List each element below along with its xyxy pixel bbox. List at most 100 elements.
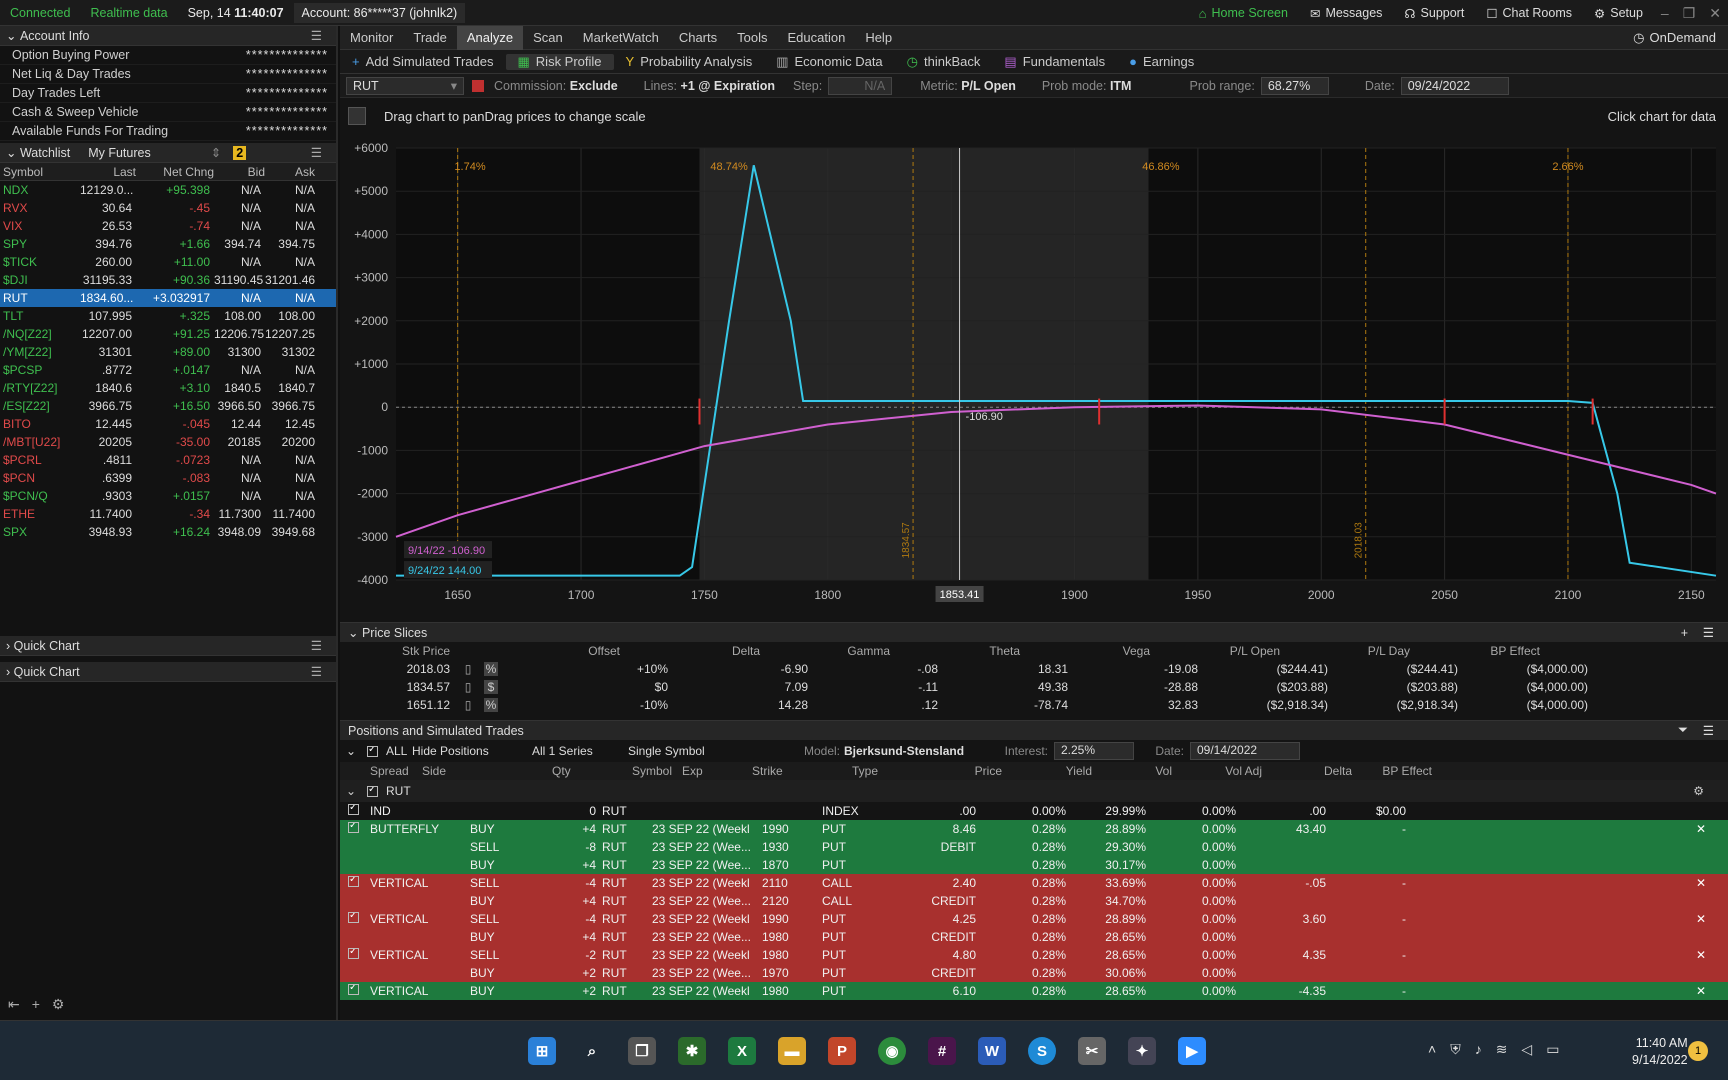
position-cell-side[interactable]: BUY <box>470 894 550 908</box>
position-cell-price[interactable]: CREDIT <box>892 930 982 944</box>
chrome-icon[interactable]: ◉ <box>878 1037 906 1065</box>
date-input[interactable]: 09/24/2022 <box>1400 76 1509 95</box>
watchlist-row[interactable]: $PCSP .8772 +.0147 N/A N/A <box>0 361 336 379</box>
notification-badge[interactable]: 1 <box>1688 1041 1708 1061</box>
row-checkbox[interactable] <box>348 948 359 959</box>
slice-row[interactable]: 1651.12 ▯% -10% 14.28 .12 -78.74 32.83 ($2,918.… <box>340 696 1728 714</box>
account-row[interactable]: Available Funds For Trading *************… <box>0 122 336 141</box>
position-cell-price[interactable]: DEBIT <box>892 840 982 854</box>
watchlist-row[interactable]: /ES[Z22] 3966.75 +16.50 3966.50 3966.75 <box>0 397 336 415</box>
watchlist-row[interactable]: /RTY[Z22] 1840.6 +3.10 1840.5 1840.7 <box>0 379 336 397</box>
position-cell-qty[interactable]: +4 <box>550 858 602 872</box>
collapse-icon[interactable]: ⇤ <box>8 996 20 1013</box>
position-cell-price[interactable]: .00 <box>892 804 982 818</box>
position-row[interactable]: BUY +4 RUT 23 SEP 22 (Wee... 1980 PUT CREDIT 0.… <box>340 928 1728 946</box>
watchlist-row[interactable]: RVX 30.64 -.45 N/A N/A <box>0 199 336 217</box>
add-icon[interactable]: + <box>32 996 40 1013</box>
chart-settings-icon[interactable] <box>348 107 366 125</box>
support-button[interactable]: ☊ Support <box>1393 6 1475 21</box>
account-info-header[interactable]: ⌄ Account Info ☰ <box>0 26 336 46</box>
gear-icon[interactable]: ⚙ <box>52 996 65 1013</box>
position-col-header[interactable]: Delta <box>1262 764 1352 778</box>
interest-input[interactable]: 2.25% <box>1054 742 1134 760</box>
prob-mode-value[interactable]: ITM <box>1110 79 1132 93</box>
position-cell-qty[interactable]: +4 <box>550 894 602 908</box>
row-checkbox[interactable] <box>348 984 359 995</box>
slice-col-header[interactable]: Gamma <box>760 644 890 658</box>
watchlist-row[interactable]: BITO 12.445 -.045 12.44 12.45 <box>0 415 336 433</box>
position-row[interactable]: VERTICALBUY+2RUT 23 SEP 22 (Weekl 1980 PUT 6… <box>340 982 1728 1000</box>
menu-trade[interactable]: Trade <box>403 26 456 50</box>
position-cell-side[interactable]: SELL <box>470 912 550 926</box>
col-last[interactable]: Last <box>80 165 136 179</box>
gear-icon[interactable]: ⚙ <box>1693 784 1704 798</box>
watchlist-row[interactable]: $DJI 31195.33 +90.36 31190.45 31201.46 <box>0 271 336 289</box>
watchlist-row[interactable]: /NQ[Z22] 12207.00 +91.25 12206.75 12207.25 <box>0 325 336 343</box>
position-cell-side[interactable]: SELL <box>470 840 550 854</box>
watchlist-row[interactable]: SPY 394.76 +1.66 394.74 394.75 <box>0 235 336 253</box>
thinkorswim-icon[interactable]: ✱ <box>678 1037 706 1065</box>
task-view-icon[interactable]: ❐ <box>628 1037 656 1065</box>
model-selector[interactable]: Bjerksund-Stensland <box>844 744 984 758</box>
position-cell-qty[interactable]: -4 <box>550 876 602 890</box>
position-row[interactable]: BUY +4 RUT 23 SEP 22 (Wee... 2120 CALL CREDIT 0… <box>340 892 1728 910</box>
watchlist-row[interactable]: RUT 1834.60... +3.032917 N/A N/A <box>0 289 336 307</box>
offset-unit[interactable]: % <box>484 662 498 676</box>
position-cell-qty[interactable]: +2 <box>550 984 602 998</box>
step-input[interactable]: N/A <box>828 76 893 95</box>
position-row[interactable]: SELL -8 RUT 23 SEP 22 (Wee... 1930 PUT DEBIT 0.… <box>340 838 1728 856</box>
slice-col-header[interactable]: Theta <box>890 644 1020 658</box>
symbol-input[interactable]: RUT ▾ <box>346 76 464 95</box>
position-col-header[interactable]: Price <box>912 764 1002 778</box>
lock-icon[interactable]: ▯ <box>458 698 478 712</box>
watchlist-row[interactable]: SPX 3948.93 +16.24 3948.09 3949.68 <box>0 523 336 541</box>
account-selector[interactable]: Account: 86*****37 (johnlk2) <box>293 2 466 23</box>
position-cell-side[interactable]: BUY <box>470 966 550 980</box>
microphone-icon[interactable]: ♪ <box>1475 1041 1482 1058</box>
menu-icon[interactable]: ☰ <box>1703 625 1714 640</box>
position-row[interactable]: VERTICALSELL-2RUT 23 SEP 22 (Weekl 1980 PUT… <box>340 946 1728 964</box>
hide-positions-toggle[interactable]: Hide Positions <box>412 744 532 758</box>
menu-help[interactable]: Help <box>855 26 902 50</box>
position-cell-spread[interactable]: VERTICAL <box>370 876 470 890</box>
menu-icon[interactable]: ☰ <box>311 145 322 160</box>
security-icon[interactable]: ⛨ <box>1450 1041 1461 1058</box>
series-selector[interactable]: All 1 Series <box>532 744 628 758</box>
position-cell-side[interactable]: SELL <box>470 876 550 890</box>
app-icon[interactable]: ✦ <box>1128 1037 1156 1065</box>
position-row[interactable]: BUTTERFLYBUY+4RUT 23 SEP 22 (Weekl 1990 PUT… <box>340 820 1728 838</box>
position-row[interactable]: BUY +2 RUT 23 SEP 22 (Wee... 1970 PUT CREDIT 0.… <box>340 964 1728 982</box>
ondemand-button[interactable]: ◷ OnDemand <box>1633 30 1728 46</box>
slice-cell-offset[interactable]: $0 <box>498 680 668 694</box>
taskbar-clock[interactable]: 11:40 AM 9/14/2022 <box>1632 1035 1688 1069</box>
positions-date-input[interactable]: 09/14/2022 <box>1190 742 1300 760</box>
metric-value[interactable]: P/L Open <box>961 79 1016 93</box>
remove-row-icon[interactable]: ✕ <box>1696 948 1706 962</box>
volume-icon[interactable]: ◁ <box>1521 1041 1532 1058</box>
slice-col-header[interactable]: Vega <box>1020 644 1150 658</box>
slice-col-header[interactable]: Offset <box>450 644 620 658</box>
row-checkbox[interactable] <box>348 804 359 815</box>
position-cell-qty[interactable]: +2 <box>550 966 602 980</box>
position-cell-price[interactable]: 4.25 <box>892 912 982 926</box>
subtab-economic-data[interactable]: ▥ Economic Data <box>764 54 894 70</box>
chat-rooms-button[interactable]: ☐ Chat Rooms <box>1475 6 1583 21</box>
position-cell-price[interactable]: 8.46 <box>892 822 982 836</box>
snipping-tool-icon[interactable]: ✂ <box>1078 1037 1106 1065</box>
quick-chart-header-2[interactable]: › Quick Chart ☰ <box>0 662 336 682</box>
close-icon[interactable]: ✕ <box>1702 5 1728 22</box>
watchlist-row[interactable]: VIX 26.53 -.74 N/A N/A <box>0 217 336 235</box>
position-cell-spread[interactable]: VERTICAL <box>370 948 470 962</box>
group-row-rut[interactable]: ⌄ RUT ⚙ <box>340 780 1728 802</box>
watchlist-row[interactable]: NDX 12129.0... +95.398 N/A N/A <box>0 181 336 199</box>
group-checkbox[interactable] <box>367 785 378 797</box>
windows-start-icon[interactable]: ⊞ <box>528 1037 556 1065</box>
position-cell-spread[interactable]: VERTICAL <box>370 984 470 998</box>
menu-icon[interactable]: ☰ <box>311 664 322 679</box>
prob-range-input[interactable]: 68.27% <box>1260 76 1329 95</box>
watchlist-row[interactable]: $TICK 260.00 +11.00 N/A N/A <box>0 253 336 271</box>
position-col-header[interactable]: Exp <box>682 764 752 778</box>
position-cell-qty[interactable]: +4 <box>550 822 602 836</box>
subtab-probability-analysis[interactable]: Y Probability Analysis <box>614 54 765 69</box>
menu-icon[interactable]: ☰ <box>1703 723 1714 738</box>
